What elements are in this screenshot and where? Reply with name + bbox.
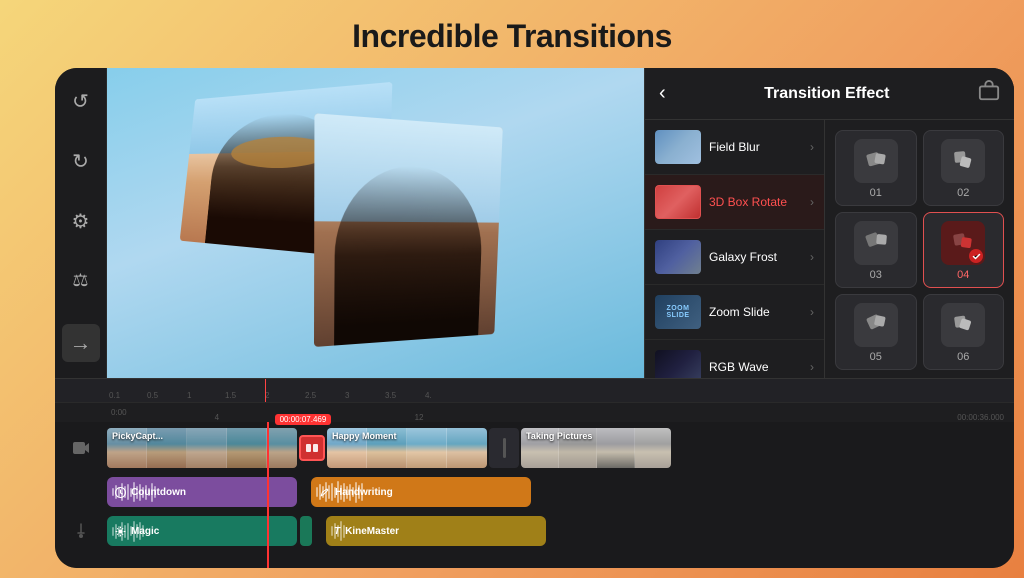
panel-title: Transition Effect (676, 85, 978, 103)
redo-icon[interactable]: ↻ (65, 146, 97, 178)
effect-thumb-zoom-slide: ZOOMSLIDE (655, 295, 701, 329)
video-clip-3[interactable]: Taking Pictures (521, 428, 671, 468)
effect-cell-02[interactable]: 02 (923, 130, 1005, 206)
ruler-mark-3: 3 (345, 391, 349, 400)
audio-clip-magic-2 (300, 516, 312, 546)
settings-icon[interactable]: ⚙ (65, 205, 97, 237)
effect-icon-06 (941, 303, 985, 347)
video-track-row: PickyCapt... (55, 425, 1014, 471)
effect-label-field-blur: Field Blur (709, 140, 760, 154)
time-start: 0:00 (111, 408, 127, 417)
audio-clip-magic[interactable]: Magic (107, 516, 297, 546)
audio-track-content-1: Countdown Handwriting (107, 477, 1014, 507)
effect-label-galaxy-frost: Galaxy Frost (709, 250, 777, 264)
video-clips-area: PickyCapt... (107, 427, 1014, 469)
preview-area (107, 68, 644, 378)
video-clip-2[interactable]: Happy Moment (327, 428, 487, 468)
ruler-mark-4: 4. (425, 391, 432, 400)
effect-cell-03[interactable]: 03 (835, 212, 917, 288)
effect-cell-06[interactable]: 06 (923, 294, 1005, 370)
back-button[interactable]: ‹ (659, 82, 666, 105)
effect-cell-label-01: 01 (870, 187, 882, 199)
cube-image-2 (314, 113, 503, 347)
effect-cell-05[interactable]: 05 (835, 294, 917, 370)
audio-clip-countdown[interactable]: Countdown (107, 477, 297, 507)
audio-clip-countdown-label: Countdown (131, 487, 186, 498)
effect-grid: 01 02 (825, 120, 1014, 378)
effect-item-field-blur[interactable]: Field Blur › (645, 120, 824, 175)
transition-panel: ‹ Transition Effect Field Blur › (644, 68, 1014, 378)
effect-item-rgb-wave[interactable]: RGB Wave › (645, 340, 824, 378)
audio-clip-handwriting[interactable]: Handwriting (311, 477, 531, 507)
effect-cell-label-02: 02 (957, 187, 969, 199)
effect-thumb-rgb-wave (655, 350, 701, 378)
device-frame: ↺ ↻ ⚙ ⚖ → (55, 68, 1014, 568)
transition-marker[interactable] (299, 435, 325, 461)
effect-arrow-field-blur: › (810, 140, 814, 154)
panel-header: ‹ Transition Effect (645, 68, 1014, 120)
adjust-icon[interactable]: ⚖ (65, 265, 97, 297)
ruler-mark-15: 1.5 (225, 391, 236, 400)
effect-thumb-field-blur (655, 130, 701, 164)
effect-cell-04[interactable]: 04 (923, 212, 1005, 288)
effect-cell-label-06: 06 (957, 351, 969, 363)
panel-content: Field Blur › 3D Box Rotate › Galaxy Fros… (645, 120, 1014, 378)
clip-3-label: Taking Pictures (526, 431, 592, 441)
effect-arrow-rgb-wave: › (810, 360, 814, 374)
clip-2-label: Happy Moment (332, 431, 397, 441)
effect-cell-01[interactable]: 01 (835, 130, 917, 206)
effect-arrow-zoom-slide: › (810, 305, 814, 319)
effect-icon-04 (941, 221, 985, 265)
effect-item-galaxy-frost[interactable]: Galaxy Frost › (645, 230, 824, 285)
effect-icon-05 (854, 303, 898, 347)
audio-clip-handwriting-label: Handwriting (335, 487, 393, 498)
clip-1-label: PickyCapt... (112, 431, 163, 441)
effect-item-3d-box-rotate[interactable]: 3D Box Rotate › (645, 175, 824, 230)
effect-cell-label-05: 05 (870, 351, 882, 363)
ruler-mark-05: 0.5 (147, 391, 158, 400)
effect-label-zoom-slide: Zoom Slide (709, 305, 770, 319)
effect-label-rgb-wave: RGB Wave (709, 360, 769, 374)
top-area: ↺ ↻ ⚙ ⚖ → (55, 68, 1014, 378)
store-icon[interactable] (978, 80, 1000, 107)
effect-thumb-galaxy-frost (655, 240, 701, 274)
effect-thumb-3d-box-rotate (655, 185, 701, 219)
ruler-mark-01: 0.1 (109, 391, 120, 400)
audio-clip-kinemaster-t-icon: T (334, 526, 340, 537)
clip-divider (489, 428, 519, 468)
export-icon[interactable]: → (62, 324, 100, 362)
effect-arrow-galaxy-frost: › (810, 250, 814, 264)
audio-track-row-2: Magic T KineMaster (55, 513, 1014, 549)
undo-icon[interactable]: ↺ (65, 86, 97, 118)
timeline-area: 0.1 0.5 1 1.5 2 2.5 3 3.5 4. 0:00 4 8 12 (55, 378, 1014, 568)
effect-cell-label-03: 03 (870, 269, 882, 281)
time-end: 00:00:36.000 (957, 413, 1004, 422)
effect-icon-03 (854, 221, 898, 265)
ruler-num-4: 4 (215, 413, 219, 422)
effect-label-3d-box-rotate: 3D Box Rotate (709, 195, 787, 209)
ruler-mark-1: 1 (187, 391, 191, 400)
audio-track-content-2: Magic T KineMaster (107, 516, 1014, 546)
audio-clip-kinemaster-label: KineMaster (345, 526, 399, 537)
ruler-mark-35: 3.5 (385, 391, 396, 400)
effect-icon-01 (854, 139, 898, 183)
audio-track-row-1: Countdown Handwriting (55, 474, 1014, 510)
effect-item-zoom-slide[interactable]: ZOOMSLIDE Zoom Slide › (645, 285, 824, 340)
effect-arrow-3d-box-rotate: › (810, 195, 814, 209)
ruler-mark-25: 2.5 (305, 391, 316, 400)
effect-icon-02 (941, 139, 985, 183)
sidebar: ↺ ↻ ⚙ ⚖ → (55, 68, 107, 378)
effect-cell-label-04: 04 (957, 269, 969, 281)
ruler-num-12: 12 (415, 413, 424, 422)
page-title: Incredible Transitions (0, 18, 1024, 55)
video-clip-1[interactable]: PickyCapt... (107, 428, 297, 468)
audio-clip-kinemaster[interactable]: T KineMaster (326, 516, 546, 546)
effect-list: Field Blur › 3D Box Rotate › Galaxy Fros… (645, 120, 825, 378)
audio-clip-magic-label: Magic (131, 526, 159, 537)
